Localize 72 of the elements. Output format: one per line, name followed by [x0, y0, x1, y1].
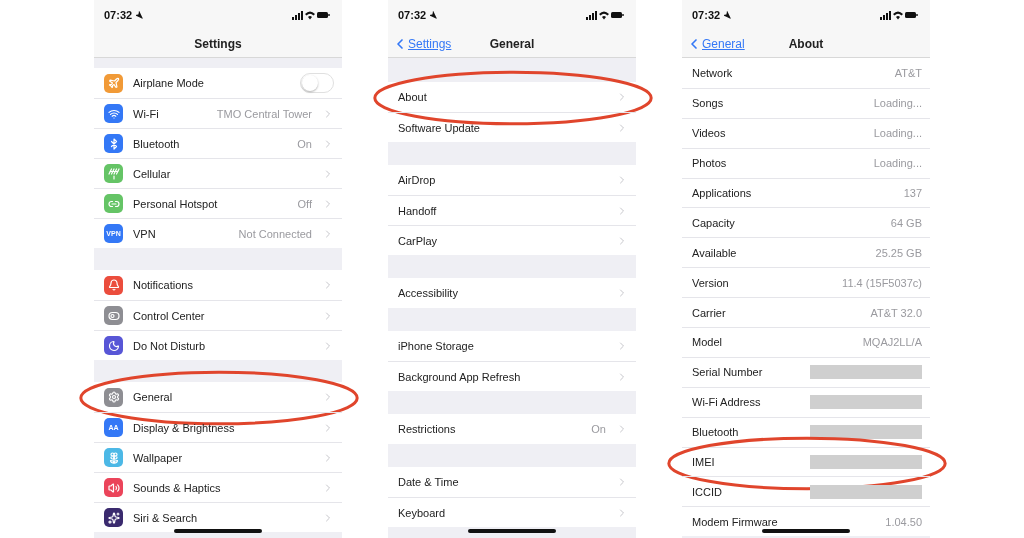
row-label: Keyboard	[398, 506, 447, 519]
row-label: Videos	[692, 127, 727, 140]
row-label: Restrictions	[398, 423, 457, 435]
screen-title: About	[788, 36, 824, 51]
row-label: Applications	[692, 187, 753, 199]
screen-title: Settings	[194, 36, 242, 51]
status-icons	[880, 10, 918, 20]
row-label: AirDrop	[398, 174, 437, 186]
row-label: About	[398, 91, 428, 103]
row-label: Serial Number	[692, 366, 764, 379]
row-label: Wi-Fi Address	[692, 396, 762, 409]
row-value: AT&T 32.0	[870, 306, 922, 319]
row-label: Control Center	[133, 309, 206, 322]
row-value: TMO Central Tower	[216, 107, 312, 120]
row-label: Bluetooth	[133, 137, 181, 150]
row-label: Photos	[692, 157, 728, 170]
row-value: 25.25 GB	[875, 246, 922, 259]
row-label: Sounds & Haptics	[133, 481, 222, 494]
row-label: Model	[692, 336, 723, 349]
row-label: Carrier	[692, 306, 727, 319]
row-label: ICCID	[692, 485, 723, 498]
status-icons	[586, 10, 624, 20]
row-value: 137	[903, 187, 922, 199]
row-label: VPN	[133, 227, 157, 240]
row-value: On	[297, 137, 312, 150]
row-label: Wi-Fi	[133, 107, 160, 120]
row-label: Bluetooth	[692, 426, 740, 439]
row-label: CarPlay	[398, 234, 439, 247]
row-label: General	[133, 391, 174, 403]
row-value: Loading...	[873, 127, 922, 140]
row-label: Modem Firmware	[692, 515, 779, 528]
row-label: Date & Time	[398, 476, 460, 488]
back-link[interactable]: Settings	[392, 35, 452, 52]
row-label: Version	[692, 276, 730, 289]
row-value: On	[591, 423, 606, 435]
toggle-switch[interactable]	[300, 73, 334, 93]
status-icons	[292, 10, 330, 20]
row-label: Siri & Search	[133, 511, 199, 524]
row-label: Do Not Disturb	[133, 339, 207, 352]
row-label: Software Update	[398, 121, 481, 134]
row-label: Songs	[692, 97, 725, 110]
row-label: Accessibility	[398, 287, 459, 299]
row-value: Loading...	[873, 97, 922, 110]
row-label: Handoff	[398, 204, 438, 217]
row-value: 1.04.50	[885, 515, 922, 528]
row-value: Off	[297, 197, 312, 210]
row-label: Network	[692, 66, 734, 79]
location-icon	[135, 11, 144, 19]
row-label: Background App Refresh	[398, 370, 522, 383]
row-value: MQAJ2LL/A	[862, 336, 922, 349]
row-label: iPhone Storage	[398, 340, 475, 352]
row-value: AT&T	[894, 66, 922, 79]
row-label: Cellular	[133, 167, 172, 180]
row-label: Notifications	[133, 279, 194, 291]
status-time: 07:32	[398, 9, 427, 21]
row-label: Personal Hotspot	[133, 197, 219, 210]
row-value: Not Connected	[238, 227, 312, 240]
status-time: 07:32	[692, 9, 721, 21]
screen-title: General	[489, 36, 535, 51]
row-label: Available	[692, 246, 738, 259]
status-time: 07:32	[104, 9, 133, 21]
row-value: 11.4 (15F5037c)	[842, 276, 922, 289]
row-value: 64 GB	[890, 216, 922, 229]
back-link[interactable]: General	[686, 35, 745, 52]
row-label: IMEI	[692, 456, 716, 468]
row-label: Capacity	[692, 216, 736, 229]
row-value: Loading...	[873, 157, 922, 170]
row-label: Airplane Mode	[133, 77, 205, 89]
location-icon	[723, 11, 732, 19]
row-label: Wallpaper	[133, 451, 184, 464]
location-icon	[429, 11, 438, 19]
row-label: Display & Brightness	[133, 421, 236, 434]
